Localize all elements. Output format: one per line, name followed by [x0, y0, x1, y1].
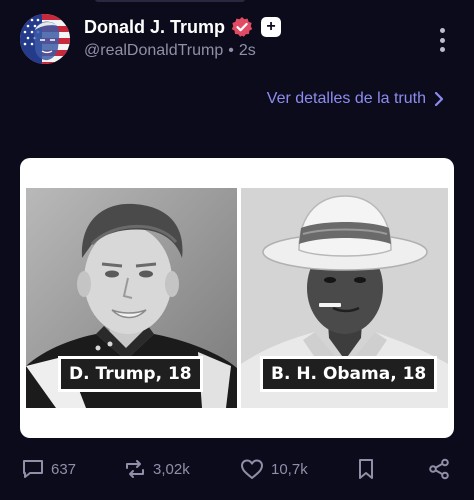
previous-post-edge	[0, 0, 474, 6]
author-handle[interactable]: @realDonaldTrump	[84, 42, 223, 60]
post-timestamp: 2s	[238, 42, 256, 59]
chevron-right-icon	[434, 91, 444, 107]
retruth-count: 3,02k	[153, 460, 190, 478]
like-button[interactable]: 10,7k	[240, 458, 308, 480]
author-avatar[interactable]	[20, 14, 70, 64]
author-name-row: Donald J. Trump +	[84, 16, 282, 38]
author-meta-row: @realDonaldTrump • 2s	[84, 42, 256, 60]
more-dot-icon	[439, 37, 445, 43]
like-count: 10,7k	[271, 460, 308, 478]
retruth-button[interactable]: 3,02k	[124, 458, 190, 480]
bookmark-icon	[359, 459, 373, 479]
left-photo-caption: D. Trump, 18	[58, 356, 203, 392]
share-icon	[429, 458, 449, 480]
more-dot-icon	[439, 47, 445, 52]
post-action-bar: 637 3,02k 10,7k	[0, 458, 474, 490]
heart-icon	[241, 459, 263, 479]
verified-badge-icon	[231, 16, 253, 38]
retruth-arrows-icon	[126, 460, 144, 478]
avatar-flag-portrait-icon	[20, 14, 70, 64]
right-photo-caption: B. H. Obama, 18	[260, 356, 438, 392]
share-button[interactable]	[428, 458, 450, 480]
truth-plus-badge: +	[261, 17, 282, 37]
previous-post-text-stub	[95, 0, 245, 2]
reply-button[interactable]: 637	[22, 458, 76, 480]
view-truth-details-label: Ver detalles de la truth	[266, 90, 426, 107]
reply-bubble-icon	[23, 460, 43, 478]
author-name[interactable]: Donald J. Trump	[84, 17, 225, 38]
more-options-button[interactable]	[438, 28, 446, 52]
meta-separator: •	[228, 42, 234, 59]
bookmark-button[interactable]	[357, 458, 375, 480]
truth-post: Donald J. Trump + @realDonaldTrump • 2s …	[0, 0, 474, 500]
view-truth-details-link[interactable]: Ver detalles de la truth	[267, 90, 444, 108]
reply-count: 637	[51, 460, 77, 478]
more-dot-icon	[439, 28, 445, 33]
post-media-card[interactable]: D. Trump, 18 B. H. Obama, 18	[20, 158, 454, 438]
